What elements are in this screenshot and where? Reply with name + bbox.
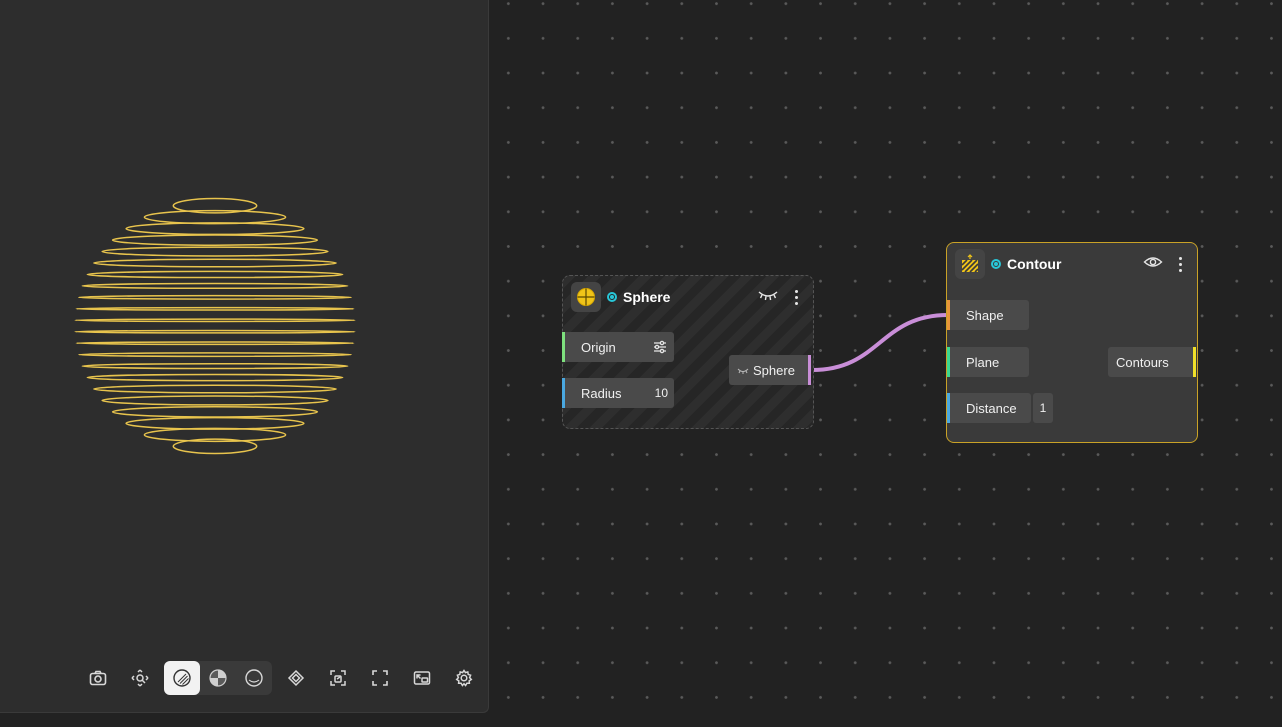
port-label: Plane bbox=[966, 354, 1000, 370]
contour-ring bbox=[81, 362, 349, 370]
port-label: Origin bbox=[581, 339, 616, 355]
sphere-node-title: Sphere bbox=[623, 289, 671, 305]
picture-in-picture-icon[interactable] bbox=[404, 661, 440, 695]
output-port-sphere[interactable]: Sphere bbox=[729, 355, 811, 385]
fullscreen-icon[interactable] bbox=[362, 661, 398, 695]
output-port-contours[interactable]: Contours bbox=[1108, 347, 1196, 377]
contour-ring bbox=[77, 352, 353, 358]
contour-ring bbox=[125, 222, 305, 236]
contour-ring bbox=[86, 373, 344, 382]
input-port-plane[interactable]: Plane bbox=[947, 347, 1029, 377]
port-label: Contours bbox=[1116, 354, 1169, 370]
status-indicator-icon bbox=[607, 292, 617, 302]
sliders-icon[interactable] bbox=[652, 339, 668, 358]
input-port-radius[interactable]: Radius 10 bbox=[562, 378, 674, 408]
shading-checker-icon[interactable] bbox=[200, 661, 236, 695]
input-port-shape[interactable]: Shape bbox=[947, 300, 1029, 330]
contour-node[interactable]: Contour Shape Plane Distance 1 Contours bbox=[946, 242, 1198, 443]
sphere-node-header[interactable]: Sphere bbox=[563, 276, 813, 318]
shading-wire-icon[interactable] bbox=[236, 661, 272, 695]
port-label: Distance bbox=[966, 400, 1017, 416]
contour-ring bbox=[77, 294, 353, 300]
viewport-panel[interactable] bbox=[0, 0, 489, 713]
move-view-icon[interactable] bbox=[122, 661, 158, 695]
port-label: Radius bbox=[581, 385, 622, 401]
contour-ring bbox=[75, 306, 355, 311]
input-port-origin[interactable]: Origin bbox=[562, 332, 674, 362]
sphere-icon bbox=[571, 282, 601, 312]
input-port-distance[interactable]: Distance bbox=[947, 393, 1031, 423]
contour-ring bbox=[86, 270, 344, 279]
layers-icon[interactable] bbox=[278, 661, 314, 695]
status-indicator-icon bbox=[991, 259, 1001, 269]
more-menu-icon[interactable] bbox=[789, 287, 803, 307]
contour-ring bbox=[101, 246, 329, 257]
distance-value[interactable]: 1 bbox=[1033, 393, 1053, 423]
contour-ring bbox=[74, 318, 356, 323]
contour-icon bbox=[955, 249, 985, 279]
contour-ring bbox=[93, 258, 337, 268]
contour-ring bbox=[74, 329, 356, 334]
port-label: Sphere bbox=[753, 362, 795, 378]
eye-open-icon[interactable] bbox=[1143, 255, 1163, 274]
shading-mode-group bbox=[164, 661, 272, 695]
contour-ring bbox=[111, 234, 319, 246]
zoom-selection-icon[interactable] bbox=[320, 661, 356, 695]
shading-solid-icon[interactable] bbox=[164, 661, 200, 695]
more-menu-icon[interactable] bbox=[1173, 254, 1187, 274]
contour-ring bbox=[125, 416, 305, 430]
settings-gear-icon[interactable] bbox=[446, 661, 482, 695]
viewport-toolbar bbox=[80, 660, 482, 696]
camera-icon[interactable] bbox=[80, 661, 116, 695]
contour-ring bbox=[101, 395, 329, 406]
sphere-node[interactable]: Sphere Origin Radius 10 Sphere bbox=[562, 275, 814, 429]
contour-node-title: Contour bbox=[1007, 256, 1062, 272]
contour-ring bbox=[75, 341, 355, 346]
sphere-preview bbox=[74, 197, 356, 455]
contour-ring bbox=[81, 282, 349, 290]
port-label: Shape bbox=[966, 307, 1004, 323]
contour-ring bbox=[111, 406, 319, 418]
contour-node-header[interactable]: Contour bbox=[947, 243, 1197, 285]
eye-closed-small-icon bbox=[737, 363, 749, 378]
radius-value[interactable]: 10 bbox=[655, 386, 668, 400]
eye-closed-icon[interactable] bbox=[757, 288, 779, 307]
contour-ring bbox=[93, 384, 337, 394]
